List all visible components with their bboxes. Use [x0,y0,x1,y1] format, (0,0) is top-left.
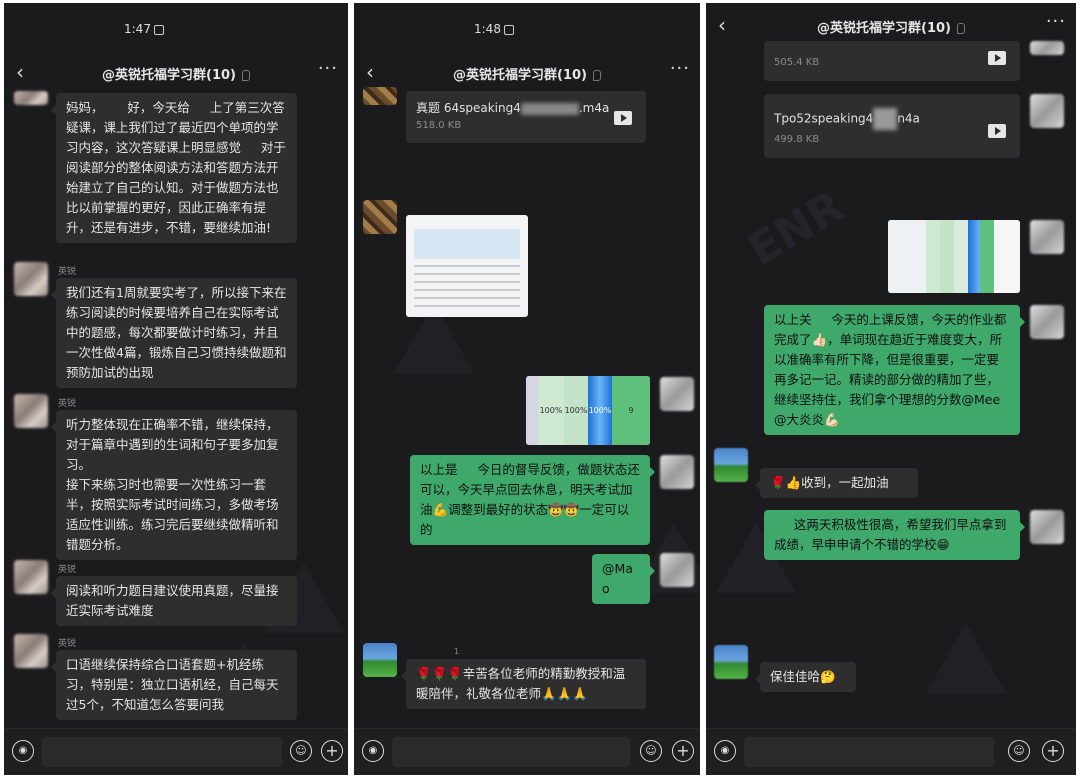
message-bubble: 这两天积极性很高，希望我们早点拿到成绩，早申申请个不错的学校😁 [764,510,1025,560]
file-message[interactable]: 真题 64speaking4 .m4a 518.0 KB [406,91,646,143]
chat-screen-1: 1:47 ‹ @英锐托福学习群(10) ··· 妈妈， 好，今天给 上了第三次答… [4,3,348,775]
score-cell: 100% [588,376,612,445]
file-message[interactable]: Tpo52speaking4 n4a 499.8 KB [764,94,1020,158]
file-name: Tpo52speaking4 n4a [774,108,1010,130]
more-dots-icon[interactable]: ··· [1046,11,1066,32]
message-bubble: 听力整体现在正确率不错，继续保持，对于篇章中遇到的生词和句子要多加复习。 接下来… [51,410,297,560]
message-bubble: 🌹🌹🌹辛苦各位老师的精勤教授和温暖陪伴，礼敬各位老师🙏🙏🙏 [401,659,646,709]
avatar[interactable] [14,560,48,594]
voice-icon[interactable]: ◉ [714,740,736,762]
message-bubble: 🌹👍收到，一起加油 [755,468,918,498]
avatar[interactable] [14,262,48,296]
more-dots-icon[interactable]: ··· [318,58,338,79]
avatar[interactable] [14,91,48,105]
message-input[interactable] [42,737,282,767]
chat-title: @英锐托福学习群(10) [354,64,700,83]
avatar[interactable] [1030,41,1064,55]
voice-icon[interactable]: ◉ [362,740,384,762]
chat-header: ‹ @英锐托福学习群(10) ··· [4,58,348,88]
message-bubble: 我们还有1周就要实考了，所以接下来在练习阅读的时候要培养自己在实际考试中的题感，… [51,278,297,388]
emoji-icon[interactable]: ☺ [290,740,312,762]
file-size: 518.0 KB [416,120,462,131]
avatar[interactable] [1030,94,1064,128]
plus-icon[interactable]: + [1042,740,1064,762]
emoji-icon[interactable]: ☺ [1008,740,1030,762]
chat-title-text: @英锐托福学习群(10) [817,21,951,36]
avatar[interactable] [1030,510,1064,544]
status-bar: 1:47 [124,22,164,36]
file-size: 505.4 KB [774,57,820,68]
chat-header: ‹ @英锐托福学习群(10) ··· [354,58,700,88]
avatar[interactable] [363,87,397,105]
avatar[interactable] [14,394,48,428]
chat-header: ‹ @英锐托福学习群(10) ··· [706,11,1076,41]
message-input[interactable] [744,737,994,767]
message-input[interactable] [392,737,630,767]
video-file-icon [988,124,1006,138]
score-image-message[interactable]: 100% 100% 100% 9 [526,376,650,445]
sender-name: 英锐 [58,399,77,409]
chat-screen-3: ENR ‹ @英锐托福学习群(10) ··· 505.4 KB Tpo52spe… [706,3,1076,775]
video-file-icon [614,111,632,125]
score-cell: 100% [538,376,564,445]
avatar[interactable] [14,634,48,668]
avatar[interactable] [1030,220,1064,254]
score-image-message[interactable] [888,220,1020,293]
avatar[interactable] [714,448,748,482]
avatar[interactable] [1030,305,1064,339]
input-bar: ◉ ☺ + [354,728,700,775]
chat-screen-2: 1:48 ‹ @英锐托福学习群(10) ··· 真题 64speaking4 .m… [354,3,700,775]
avatar[interactable] [660,553,694,587]
file-message[interactable]: 505.4 KB [764,41,1020,81]
avatar[interactable] [363,643,397,677]
plus-icon[interactable]: + [321,740,343,762]
file-size: 499.8 KB [774,134,820,145]
avatar[interactable] [714,645,748,679]
sender-name: 英锐 [58,267,77,277]
more-dots-icon[interactable]: ··· [670,58,690,79]
chat-title: @英锐托福学习群(10) [706,17,1076,36]
avatar[interactable] [363,200,397,234]
sender-name: 英锐 [58,565,77,575]
input-bar: ◉ ☺ + [706,728,1076,775]
emoji-icon[interactable]: ☺ [640,740,662,762]
input-bar: ◉ ☺ + [4,728,348,775]
message-bubble: 保佳佳哈🤔 [755,662,856,692]
battery-icon [153,24,164,35]
message-bubble: 妈妈， 好，今天给 上了第三次答疑课，课上我们过了最近四个单项的学习内容，这次答… [51,93,297,243]
score-cell: 100% [564,376,588,445]
status-time: 1:48 [474,22,501,36]
chat-title-text: @英锐托福学习群(10) [453,68,587,83]
message-bubble: 以上关 今天的上课反馈，今天的作业都完成了👍🏻，单词现在趋近于难度变大，所以准确… [764,305,1025,435]
avatar[interactable] [660,455,694,489]
message-bubble: 口语继续保持综合口语套题+机经练习，特别是：独立口语机经，自己每天过5个，不知道… [51,650,297,720]
status-bar: 1:48 [474,22,514,36]
battery-icon [503,24,514,35]
video-file-icon [988,51,1006,65]
mention-bubble: @Mao [592,554,655,604]
score-cell: 9 [612,376,650,445]
message-bubble: 阅读和听力题目建议使用真题，尽量接近实际考试难度 [51,576,297,626]
mute-icon [592,70,601,81]
status-time: 1:47 [124,22,151,36]
watermark: ENR [740,181,853,276]
plus-icon[interactable]: + [672,740,694,762]
voice-icon[interactable]: ◉ [12,740,34,762]
chat-title-text: @英锐托福学习群(10) [102,68,236,83]
image-message[interactable] [406,215,528,317]
file-name: 真题 64speaking4 .m4a [416,101,610,115]
sender-name: 英锐 [58,639,77,649]
chat-title: @英锐托福学习群(10) [4,64,348,83]
mute-icon [241,70,250,81]
message-bubble: 以上是 今日的督导反馈，做题状态还可以，今天早点回去休息，明天考试加油💪调整到最… [410,455,655,545]
tiny-label: 1 [454,647,460,656]
mute-icon [956,23,965,34]
avatar[interactable] [660,377,694,411]
